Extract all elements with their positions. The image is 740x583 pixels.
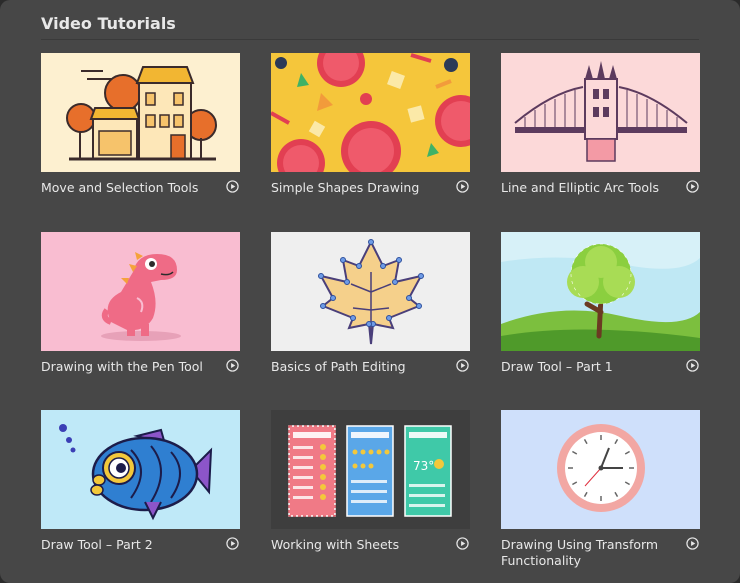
play-icon[interactable]: [456, 537, 469, 550]
tutorial-card-pen-tool[interactable]: Drawing with the Pen Tool: [41, 232, 240, 375]
thumbnail-pizza-shapes[interactable]: [271, 53, 470, 172]
play-icon[interactable]: [686, 180, 699, 193]
tutorial-card-line-arc[interactable]: Line and Elliptic Arc Tools: [501, 53, 700, 196]
thumbnail-tree[interactable]: [501, 232, 700, 351]
tutorial-card-path-editing[interactable]: Basics of Path Editing: [271, 232, 470, 375]
tutorial-card-move-selection[interactable]: Move and Selection Tools: [41, 53, 240, 196]
tutorial-label[interactable]: Simple Shapes Drawing: [271, 180, 470, 196]
play-icon[interactable]: [226, 180, 239, 193]
tutorial-label[interactable]: Move and Selection Tools: [41, 180, 240, 196]
tutorial-card-transform[interactable]: Drawing Using Transform Functionality: [501, 410, 700, 569]
tutorial-label[interactable]: Drawing with the Pen Tool: [41, 359, 240, 375]
thumbnail-bridge[interactable]: [501, 53, 700, 172]
tutorial-label[interactable]: Line and Elliptic Arc Tools: [501, 180, 700, 196]
dinosaur-illustration: [41, 232, 240, 351]
tutorial-card-draw-tool-1[interactable]: Draw Tool – Part 1: [501, 232, 700, 375]
wall-clock: [501, 410, 700, 529]
tutorial-card-draw-tool-2[interactable]: Draw Tool – Part 2: [41, 410, 240, 553]
svg-text:73°: 73°: [413, 459, 434, 473]
play-icon[interactable]: [226, 359, 239, 372]
thumbnail-houses[interactable]: [41, 53, 240, 172]
houses-illustration: [41, 53, 240, 172]
tutorial-label[interactable]: Drawing Using Transform Functionality: [501, 537, 700, 569]
fish-illustration: [41, 410, 240, 529]
play-icon[interactable]: [686, 537, 699, 550]
tutorial-label[interactable]: Draw Tool – Part 2: [41, 537, 240, 553]
play-icon[interactable]: [456, 180, 469, 193]
maple-leaf-paths: [271, 232, 470, 351]
tower-bridge-illustration: [501, 53, 700, 172]
thumbnail-maple-leaf[interactable]: [271, 232, 470, 351]
tutorial-label[interactable]: Working with Sheets: [271, 537, 470, 553]
pizza-shapes-pattern: [271, 53, 470, 172]
tutorial-label[interactable]: Draw Tool – Part 1: [501, 359, 700, 375]
tutorial-card-simple-shapes[interactable]: Simple Shapes Drawing: [271, 53, 470, 196]
tutorial-label[interactable]: Basics of Path Editing: [271, 359, 470, 375]
play-icon[interactable]: [456, 359, 469, 372]
tutorial-card-sheets[interactable]: 73° Working with Sheets: [271, 410, 470, 553]
section-title: Video Tutorials: [41, 14, 176, 33]
weather-app-screens: 73°: [271, 410, 470, 529]
thumbnail-clock[interactable]: [501, 410, 700, 529]
play-icon[interactable]: [686, 359, 699, 372]
play-icon[interactable]: [226, 537, 239, 550]
thumbnail-dinosaur[interactable]: [41, 232, 240, 351]
thumbnail-fish[interactable]: [41, 410, 240, 529]
video-tutorials-panel: Video Tutorials Move and Selection Tools…: [0, 0, 740, 583]
title-divider: [41, 39, 699, 40]
tree-landscape: [501, 232, 700, 351]
thumbnail-weather-app[interactable]: 73°: [271, 410, 470, 529]
